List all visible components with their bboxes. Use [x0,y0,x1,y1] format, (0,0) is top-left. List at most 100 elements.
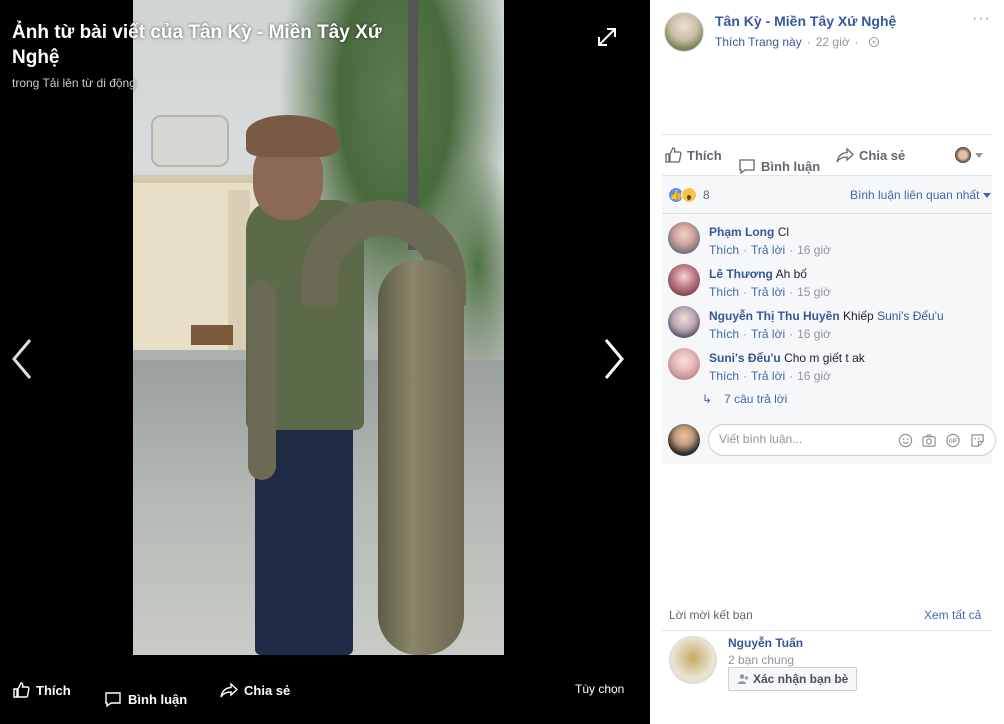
photo-man-cap [246,115,338,157]
comment-actions: Thích · Trả lời · 16 giờ [709,369,831,383]
avatar[interactable] [669,636,717,684]
globe-icon [868,37,879,47]
comment-time[interactable]: 15 giờ [797,285,831,299]
comment-input-tools: GIF [897,432,993,448]
comment-actions: Thích · Trả lời · 16 giờ [709,243,831,257]
svg-text:GIF: GIF [949,438,958,444]
viewer-share-label: Chia sẻ [244,682,291,698]
comment-author[interactable]: Suni's Đểu'u [709,351,781,365]
share-button[interactable]: Chia sẻ [836,146,905,164]
divider [662,213,992,214]
like-page-link[interactable]: Thích Trang này [715,35,802,49]
comment-like-link[interactable]: Thích [709,285,739,299]
comment-mention[interactable]: Suni's Đểu'u [877,309,944,323]
post-photo[interactable] [133,0,504,655]
photo-album-subtitle[interactable]: trong Tải lên từ di động [12,76,136,90]
like-button[interactable]: Thích [664,146,722,164]
separator: · [743,285,748,299]
post-as-selector[interactable] [955,147,983,163]
page-avatar[interactable] [664,12,704,52]
separator: · [789,243,794,257]
comment-time[interactable]: 16 giờ [797,327,831,341]
expand-icon[interactable] [596,26,618,48]
separator: · [743,369,748,383]
separator: · [743,243,748,257]
comment-like-link[interactable]: Thích [709,327,739,341]
comment-reply-link[interactable]: Trả lời [751,285,785,299]
comment-text: Cl [777,225,790,239]
comment-author[interactable]: Lê Thương [709,267,773,281]
avatar[interactable] [668,222,700,254]
more-options-icon[interactable]: ··· [972,10,991,28]
comment-time[interactable]: 16 giờ [797,243,831,257]
photo-bench [191,325,233,345]
comment-author[interactable]: Nguyễn Thị Thu Huyền [709,309,840,323]
emoji-icon[interactable] [897,432,913,448]
comment-icon [105,692,121,708]
photo-title: Ảnh từ bài viết của Tân Kỳ - Miền Tây Xứ… [12,22,382,68]
post-action-bar: Thích Bình luận Chia sẻ [662,134,992,176]
reaction-count: 8 [703,188,710,202]
friend-request-name[interactable]: Nguyễn Tuấn [728,636,803,650]
comment-input[interactable] [719,432,889,446]
chevron-left-icon[interactable] [8,336,38,382]
write-comment-row: GIF [668,424,996,456]
separator: · [743,327,748,341]
comment-item: Lê Thương Ah bố Thích · Trả lời · 15 giờ [668,264,988,304]
thumbs-up-icon [665,147,682,163]
gif-icon[interactable]: GIF [945,432,961,448]
confirm-friend-button[interactable]: Xác nhận bạn bè [728,667,858,691]
post-sidebar: Tân Kỳ - Miền Tây Xứ Nghệ Thích Trang nà… [650,0,1004,724]
avatar[interactable] [668,348,700,380]
view-replies-link[interactable]: ↳ 7 câu trả lời [702,392,787,406]
comment-item: Phạm Long Cl Thích · Trả lời · 16 giờ [668,222,988,262]
share-label: Chia sẻ [859,147,906,163]
comment-like-link[interactable]: Thích [709,243,739,257]
comment-author[interactable]: Phạm Long [709,225,774,239]
comment-item: Suni's Đểu'u Cho m giết t ak Thích · Trả… [668,348,988,388]
avatar[interactable] [668,306,700,338]
share-icon [836,147,854,163]
comment-input-box[interactable]: GIF [708,424,996,456]
caret-down-icon [975,152,983,158]
sticker-icon[interactable] [969,432,985,448]
comment-body: Phạm Long Cl [709,225,789,239]
comment-sort-dropdown[interactable]: Bình luận liên quan nhất [850,188,992,202]
viewer-like-button[interactable]: Thích [12,679,71,701]
viewer-share-button[interactable]: Chia sẻ [220,679,290,701]
comment-text: Ah bố [775,267,807,281]
meta-separator: · [806,35,811,49]
photo-water-tank [151,115,229,167]
comment-label: Bình luận [761,158,821,174]
page-name-link[interactable]: Tân Kỳ - Miền Tây Xứ Nghệ [715,13,896,29]
post-timestamp[interactable]: 22 giờ [816,35,850,49]
comment-body: Suni's Đểu'u Cho m giết t ak [709,351,865,365]
wow-reaction-icon [681,187,697,203]
comment-reply-link[interactable]: Trả lời [751,327,785,341]
comment-like-link[interactable]: Thích [709,369,739,383]
see-all-link[interactable]: Xem tất cả [924,608,981,622]
comment-time[interactable]: 16 giờ [797,369,831,383]
reactions-summary[interactable]: 👍 8 [668,187,710,203]
comments-section: 👍 8 Bình luận liên quan nhất Phạm Long C… [662,176,996,464]
camera-icon[interactable] [921,432,937,448]
avatar[interactable] [668,424,700,456]
chevron-right-icon[interactable] [598,336,628,382]
friend-requests-heading: Lời mời kết bạn [669,608,753,622]
comment-actions: Thích · Trả lời · 16 giờ [709,327,831,341]
photo-python-body [378,260,464,655]
share-icon [220,682,238,698]
viewer-action-bar: Thích Bình luận Chia sẻ Tùy chọn [0,670,650,710]
options-button[interactable]: Tùy chọn [575,682,624,696]
like-label: Thích [687,147,722,163]
separator: · [789,369,794,383]
caret-down-icon [983,192,992,198]
add-friend-icon [738,674,749,684]
comment-reply-link[interactable]: Trả lời [751,243,785,257]
mutual-friends[interactable]: 2 bạn chung [728,653,794,667]
divider [662,630,992,631]
confirm-friend-label: Xác nhận bạn bè [753,672,849,686]
comment-reply-link[interactable]: Trả lời [751,369,785,383]
comment-text: Cho m giết t ak [784,351,865,365]
avatar[interactable] [668,264,700,296]
